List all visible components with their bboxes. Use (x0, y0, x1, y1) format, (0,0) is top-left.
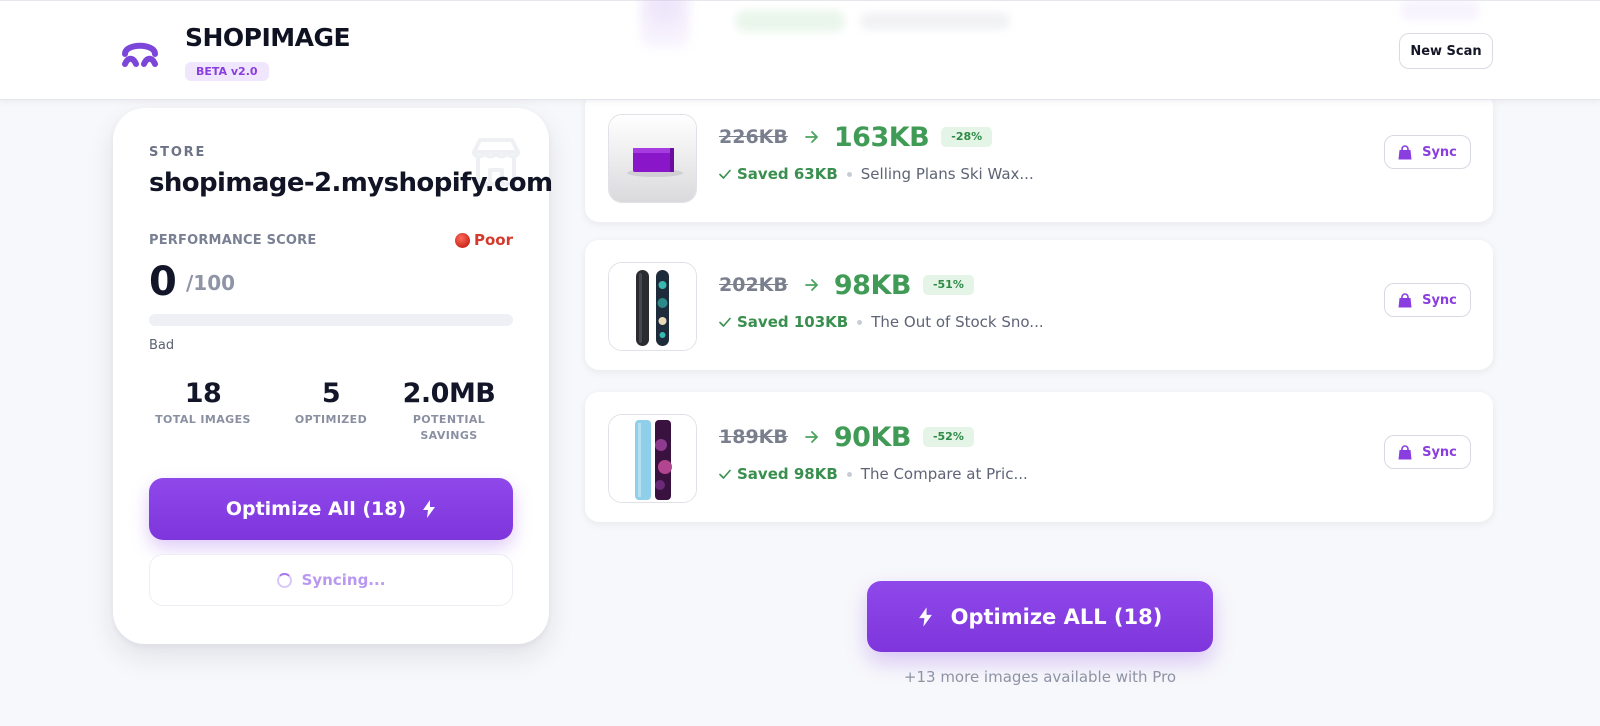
shopping-bag-icon (1398, 292, 1412, 307)
stat-potential-savings: 2.0MB POTENTIAL SAVINGS (399, 378, 499, 444)
performance-score-max: /100 (186, 271, 236, 295)
saved-amount: Saved 63KB (737, 165, 838, 183)
sync-label: Sync (1422, 292, 1457, 308)
product-meta: Saved 98KB The Compare at Pric... (719, 465, 1028, 483)
saved-amount: Saved 103KB (737, 313, 849, 331)
size-comparison: 226KB 163KB -28% (719, 121, 993, 153)
app-header: SHOPIMAGE BETA v2.0 New Scan (0, 0, 1600, 100)
performance-status-text: Poor (473, 231, 513, 249)
lightning-icon (918, 606, 932, 627)
stat-label: TOTAL IMAGES (155, 413, 251, 426)
size-comparison: 189KB 90KB -52% (719, 421, 974, 453)
stat-value: 18 (184, 378, 222, 409)
sync-label: Sync (1422, 444, 1457, 460)
logo-icon (122, 42, 158, 67)
product-title: The Out of Stock Sno... (871, 313, 1044, 331)
product-row: 202KB 98KB -51% Saved 103KB The Out of S… (585, 240, 1493, 370)
optimized-size: 90KB (833, 421, 912, 453)
brand-name: SHOPIMAGE (185, 23, 351, 52)
size-comparison: 202KB 98KB -51% (719, 269, 974, 301)
score-progress-bar (149, 314, 513, 326)
shopping-bag-icon (1398, 444, 1412, 459)
red-dot-icon (454, 232, 470, 248)
product-thumbnail (608, 114, 697, 203)
shopping-bag-icon (1398, 144, 1412, 159)
optimize-all-cta-label: Optimize ALL (18) (950, 604, 1163, 629)
pro-upsell-note: +13 more images available with Pro (903, 668, 1177, 686)
product-title: The Compare at Pric... (860, 465, 1028, 483)
product-row: 226KB 163KB -28% Saved 63KB Selling Plan… (585, 92, 1493, 222)
syncing-button[interactable]: Syncing... (149, 554, 513, 606)
separator-dot (846, 471, 852, 477)
product-row: 189KB 90KB -52% Saved 98KB The Compare a… (585, 392, 1493, 522)
performance-score-label: PERFORMANCE SCORE (149, 233, 317, 248)
sync-button[interactable]: Sync (1384, 135, 1471, 169)
arrow-right-icon (804, 279, 818, 291)
optimize-all-cta-button[interactable]: Optimize ALL (18) (867, 581, 1213, 652)
check-icon (719, 317, 731, 327)
stat-label: POTENTIAL SAVINGS (412, 413, 486, 442)
sync-button[interactable]: Sync (1384, 435, 1471, 469)
performance-status: Poor (454, 231, 513, 249)
stat-optimized: 5 OPTIMIZED (271, 378, 391, 428)
snowboard-blue-purple-image (609, 415, 696, 502)
product-meta: Saved 63KB Selling Plans Ski Wax... (719, 165, 1034, 183)
reduction-badge: -28% (941, 127, 993, 147)
arrow-right-icon (804, 131, 818, 143)
original-size: 226KB (719, 126, 788, 148)
store-summary-card: STORE shopimage-2.myshopify.com PERFORMA… (113, 108, 553, 644)
product-thumbnail (608, 262, 697, 351)
original-size: 202KB (719, 274, 788, 296)
check-icon (719, 169, 731, 179)
new-scan-button[interactable]: New Scan (1399, 33, 1493, 69)
version-badge: BETA v2.0 (185, 62, 269, 81)
stat-label: OPTIMIZED (294, 413, 368, 426)
syncing-label: Syncing... (301, 571, 386, 589)
spinner-icon (276, 572, 292, 588)
optimize-all-button[interactable]: Optimize All (18) (149, 478, 513, 540)
ski-wax-image (609, 115, 696, 202)
performance-score-value: 0 (149, 259, 177, 305)
product-title: Selling Plans Ski Wax... (860, 165, 1034, 183)
lightning-icon (423, 500, 436, 518)
snowboard-dark-image (609, 263, 696, 350)
optimized-size: 163KB (833, 121, 930, 153)
arrow-right-icon (804, 431, 818, 443)
stat-total-images: 18 TOTAL IMAGES (143, 378, 263, 428)
product-thumbnail (608, 414, 697, 503)
sync-label: Sync (1422, 144, 1457, 160)
optimize-all-label: Optimize All (18) (225, 498, 407, 520)
optimized-size: 98KB (833, 269, 912, 301)
score-rating-word: Bad (149, 338, 175, 353)
reduction-badge: -52% (922, 427, 974, 447)
check-icon (719, 469, 731, 479)
original-size: 189KB (719, 426, 788, 448)
stat-value: 5 (321, 378, 341, 409)
reduction-badge: -51% (922, 275, 974, 295)
separator-dot (857, 319, 863, 325)
product-meta: Saved 103KB The Out of Stock Sno... (719, 313, 1044, 331)
separator-dot (846, 171, 852, 177)
stat-value: 2.0MB (402, 378, 496, 409)
store-domain: shopimage-2.myshopify.com (149, 168, 553, 198)
saved-amount: Saved 98KB (737, 465, 838, 483)
sync-button[interactable]: Sync (1384, 283, 1471, 317)
store-kicker: STORE (149, 145, 207, 160)
